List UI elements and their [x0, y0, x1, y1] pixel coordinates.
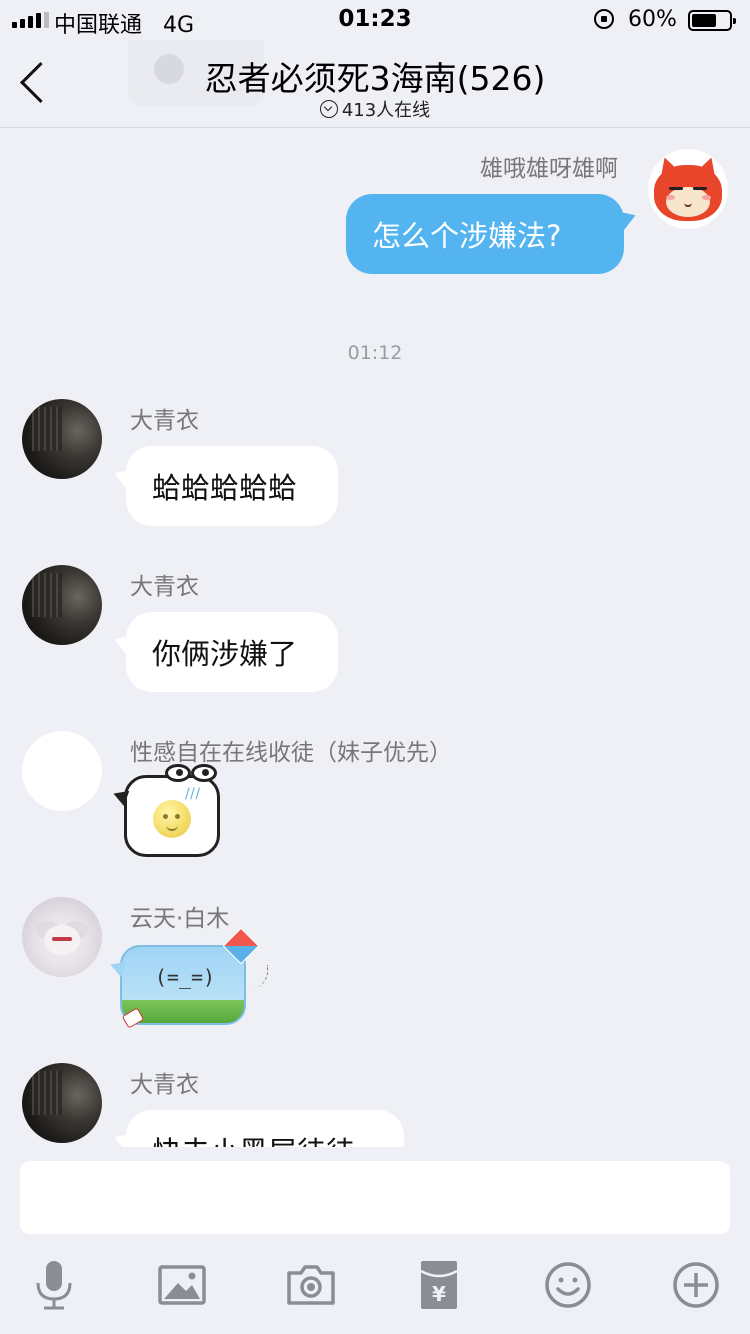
- pin-icon: [121, 1007, 145, 1029]
- plus-icon[interactable]: [668, 1257, 724, 1313]
- moon-face-icon: [153, 800, 191, 838]
- avatar[interactable]: [22, 897, 102, 977]
- input-area: ¥: [0, 1147, 750, 1334]
- message-text: (=_=): [154, 965, 216, 989]
- sender-name: 大青衣: [130, 574, 199, 600]
- sweat-drops-icon: / / /: [185, 786, 200, 802]
- camera-icon[interactable]: [283, 1257, 339, 1313]
- image-icon[interactable]: [154, 1257, 210, 1313]
- message-list[interactable]: 雄哦雄呀雄啊 怎么个涉嫌法? 01:12 大青衣 蛤蛤蛤蛤蛤 大青衣 你俩涉嫌了…: [0, 129, 750, 1147]
- battery-icon: [688, 10, 736, 31]
- input-toolbar: ¥: [0, 1257, 750, 1317]
- battery-percent: 60%: [628, 7, 677, 32]
- message-timestamp: 01:12: [347, 342, 403, 364]
- message-bubble[interactable]: 蛤蛤蛤蛤蛤: [126, 446, 338, 526]
- message-bubble[interactable]: 你俩涉嫌了: [126, 612, 338, 692]
- avatar-self[interactable]: [648, 149, 728, 229]
- emoji-icon[interactable]: [540, 1257, 596, 1313]
- group-title[interactable]: 忍者必须死3海南(526): [0, 52, 750, 100]
- fox-avatar-icon: [652, 153, 724, 221]
- message-bubble-themed[interactable]: (=_=): [120, 927, 268, 1029]
- avatar[interactable]: [22, 565, 102, 645]
- svg-text:¥: ¥: [432, 1282, 446, 1306]
- eye-icon: [191, 764, 217, 782]
- message-bubble[interactable]: 快去小黑屋待待: [126, 1110, 404, 1147]
- sender-name: 雄哦雄呀雄啊: [480, 156, 618, 182]
- microphone-icon[interactable]: [26, 1257, 82, 1313]
- avatar[interactable]: [22, 1063, 102, 1143]
- message-input[interactable]: [20, 1161, 730, 1234]
- online-count[interactable]: 413人在线: [0, 96, 750, 122]
- kite-icon: [222, 927, 260, 965]
- message-bubble-self[interactable]: 怎么个涉嫌法?: [346, 194, 624, 274]
- avatar[interactable]: [22, 731, 102, 811]
- online-count-label: 413人在线: [341, 100, 431, 121]
- kite-string: [250, 965, 268, 989]
- rotation-lock-icon: [594, 9, 614, 29]
- sticker-bubble[interactable]: / / /: [124, 764, 220, 857]
- status-bar: 中国联通 4G 01:23 60%: [0, 0, 750, 40]
- sender-name: 性感自在在线收徒（妹子优先）: [130, 740, 452, 766]
- sender-name: 云天·白木: [130, 906, 230, 932]
- eye-icon: [165, 764, 191, 782]
- sender-name: 大青衣: [130, 408, 199, 434]
- chevron-down-icon: [319, 100, 338, 118]
- sender-name: 大青衣: [130, 1072, 199, 1098]
- red-packet-icon[interactable]: ¥: [411, 1257, 467, 1313]
- avatar[interactable]: [22, 399, 102, 479]
- nav-bar: 忍者必须死3海南(526) 413人在线: [0, 40, 750, 128]
